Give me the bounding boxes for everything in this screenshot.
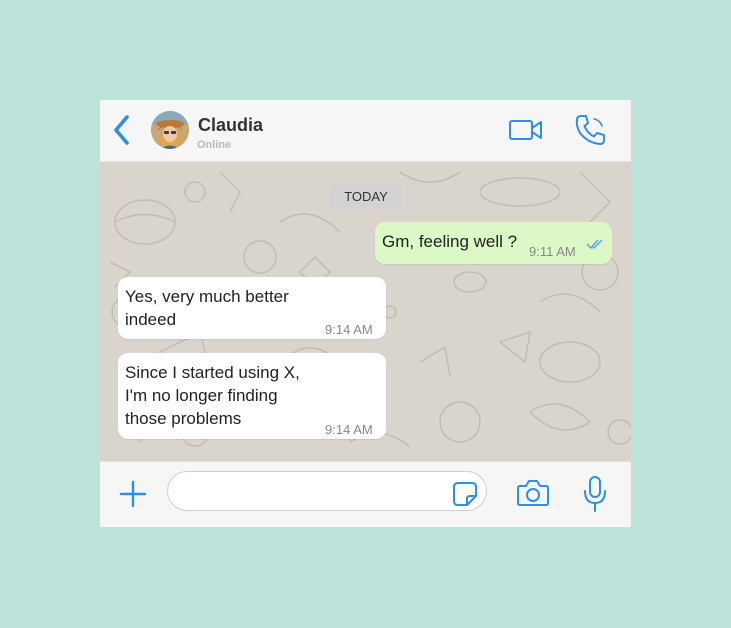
date-divider: TODAY xyxy=(329,184,403,209)
message-bubble-incoming[interactable]: Since I started using X, I'm no longer f… xyxy=(118,353,386,439)
microphone-icon xyxy=(584,476,606,512)
camera-icon xyxy=(517,480,549,506)
message-time: 9:14 AM xyxy=(325,322,373,337)
message-list[interactable]: TODAY Gm, feeling well ? 9:11 AM Yes, ve… xyxy=(100,162,631,461)
voice-message-button[interactable] xyxy=(581,475,609,513)
message-input[interactable] xyxy=(167,471,487,511)
message-text: Yes, very much better indeed xyxy=(125,287,289,329)
plus-icon xyxy=(119,480,147,508)
contact-photo xyxy=(151,111,189,149)
message-time: 9:14 AM xyxy=(325,422,373,437)
attach-button[interactable] xyxy=(118,479,148,509)
chat-screen: Claudia Online TODAY Gm, feeling well ? … xyxy=(100,100,631,527)
message-text: Gm, feeling well ? xyxy=(382,232,518,251)
message-bubble-outgoing[interactable]: Gm, feeling well ? 9:11 AM xyxy=(375,222,612,264)
sticker-button[interactable] xyxy=(452,481,478,507)
double-check-icon xyxy=(586,239,603,250)
message-time: 9:11 AM xyxy=(529,244,576,259)
message-bubble-incoming[interactable]: Yes, very much better indeed 9:14 AM xyxy=(118,277,386,339)
chevron-left-icon xyxy=(114,115,129,145)
video-call-button[interactable] xyxy=(508,117,544,143)
sticker-icon xyxy=(453,482,477,506)
phone-icon xyxy=(575,115,605,145)
video-camera-icon xyxy=(509,120,542,140)
back-button[interactable] xyxy=(108,112,136,148)
voice-call-button[interactable] xyxy=(574,113,608,147)
contact-status: Online xyxy=(197,139,232,151)
composer-bar xyxy=(100,461,631,527)
contact-name[interactable]: Claudia xyxy=(198,115,263,136)
avatar[interactable] xyxy=(151,111,189,149)
chat-header: Claudia Online xyxy=(100,100,631,162)
camera-button[interactable] xyxy=(516,478,550,508)
message-text: Since I started using X, I'm no longer f… xyxy=(125,363,300,428)
